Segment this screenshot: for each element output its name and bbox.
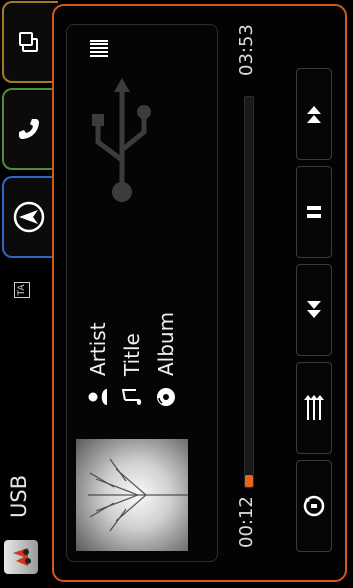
album-art bbox=[76, 439, 188, 551]
next-button[interactable] bbox=[296, 68, 332, 160]
total-time: 03:53 bbox=[236, 24, 257, 76]
elapsed-time: 00:12 bbox=[236, 496, 257, 548]
music-note-icon bbox=[121, 384, 143, 410]
repeat-button[interactable] bbox=[296, 460, 332, 552]
album-label: Album bbox=[154, 311, 178, 376]
progress-fill bbox=[245, 475, 253, 487]
artist-label: Artist bbox=[86, 322, 110, 376]
tab-phone[interactable] bbox=[2, 88, 58, 170]
person-icon bbox=[87, 384, 109, 410]
artist-row: Artist bbox=[86, 322, 110, 410]
album-row: Album bbox=[154, 312, 178, 410]
pause-button[interactable] bbox=[296, 166, 332, 258]
navigation-icon bbox=[12, 200, 50, 234]
list-icon[interactable] bbox=[88, 40, 110, 58]
media-device-icon bbox=[16, 29, 46, 55]
tab-navigation[interactable] bbox=[2, 176, 58, 258]
previous-icon bbox=[305, 298, 323, 322]
pause-icon bbox=[305, 203, 323, 221]
repeat-icon bbox=[302, 494, 326, 518]
phone-icon bbox=[16, 116, 46, 142]
disc-icon bbox=[155, 384, 177, 410]
tab-media[interactable] bbox=[2, 1, 58, 83]
progress-bar[interactable] bbox=[244, 96, 254, 488]
next-icon bbox=[305, 102, 323, 126]
shuffle-button[interactable] bbox=[296, 362, 332, 454]
title-label: Title bbox=[120, 333, 144, 376]
music-source-icon[interactable] bbox=[4, 540, 38, 574]
source-label: USB bbox=[7, 474, 31, 518]
usb-icon bbox=[82, 68, 162, 208]
previous-button[interactable] bbox=[296, 264, 332, 356]
shuffle-icon bbox=[302, 394, 326, 422]
title-row: Title bbox=[120, 333, 144, 410]
ta-indicator: TA bbox=[14, 282, 30, 298]
app-screen: USB TA Artist Title Album 00:12 03:53 bbox=[0, 0, 353, 588]
